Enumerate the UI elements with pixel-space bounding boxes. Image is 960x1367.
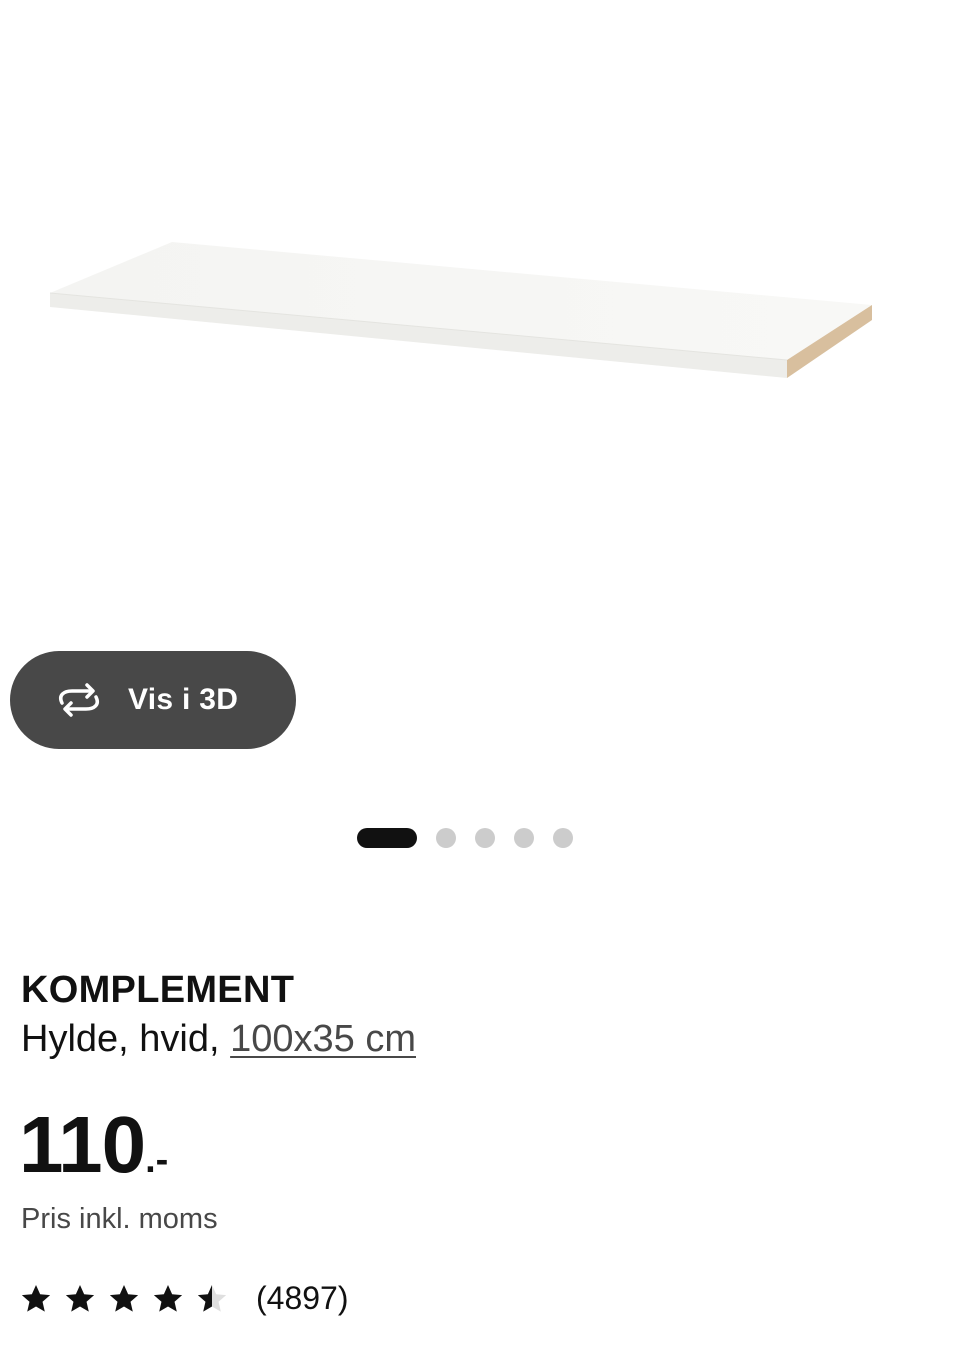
carousel-dot-5[interactable]	[553, 828, 573, 848]
rotate-3d-icon	[54, 683, 104, 717]
price-suffix: .-	[145, 1139, 169, 1181]
product-rating[interactable]: (4897)	[20, 1280, 349, 1317]
carousel-dot-2[interactable]	[436, 828, 456, 848]
view-in-3d-label: Vis i 3D	[128, 683, 239, 716]
shelf-image	[49, 242, 872, 378]
carousel-dot-1[interactable]	[357, 828, 417, 848]
product-name: KOMPLEMENT	[21, 969, 295, 1011]
review-count: (4897)	[256, 1280, 349, 1316]
star-full-icon	[153, 1284, 183, 1312]
product-price: 110 .-	[19, 1100, 168, 1190]
star-full-icon	[109, 1284, 139, 1312]
star-half-icon	[197, 1284, 227, 1312]
product-size-link[interactable]: 100x35 cm	[230, 1018, 416, 1060]
price-note: Pris inkl. moms	[21, 1203, 218, 1235]
product-image[interactable]	[0, 0, 960, 640]
product-info: KOMPLEMENT Hylde, hvid, 100x35 cm	[21, 966, 416, 1064]
product-description: Hylde, hvid, 100x35 cm	[21, 1014, 416, 1064]
price-integer: 110	[19, 1100, 146, 1189]
rating-stars	[20, 1283, 240, 1315]
star-full-icon	[65, 1284, 95, 1312]
star-full-icon	[21, 1284, 51, 1312]
view-in-3d-button[interactable]: Vis i 3D	[10, 651, 296, 749]
carousel-pagination	[357, 827, 573, 849]
carousel-dot-3[interactable]	[475, 828, 495, 848]
carousel-dot-4[interactable]	[514, 828, 534, 848]
product-type-text: Hylde, hvid,	[21, 1018, 220, 1060]
